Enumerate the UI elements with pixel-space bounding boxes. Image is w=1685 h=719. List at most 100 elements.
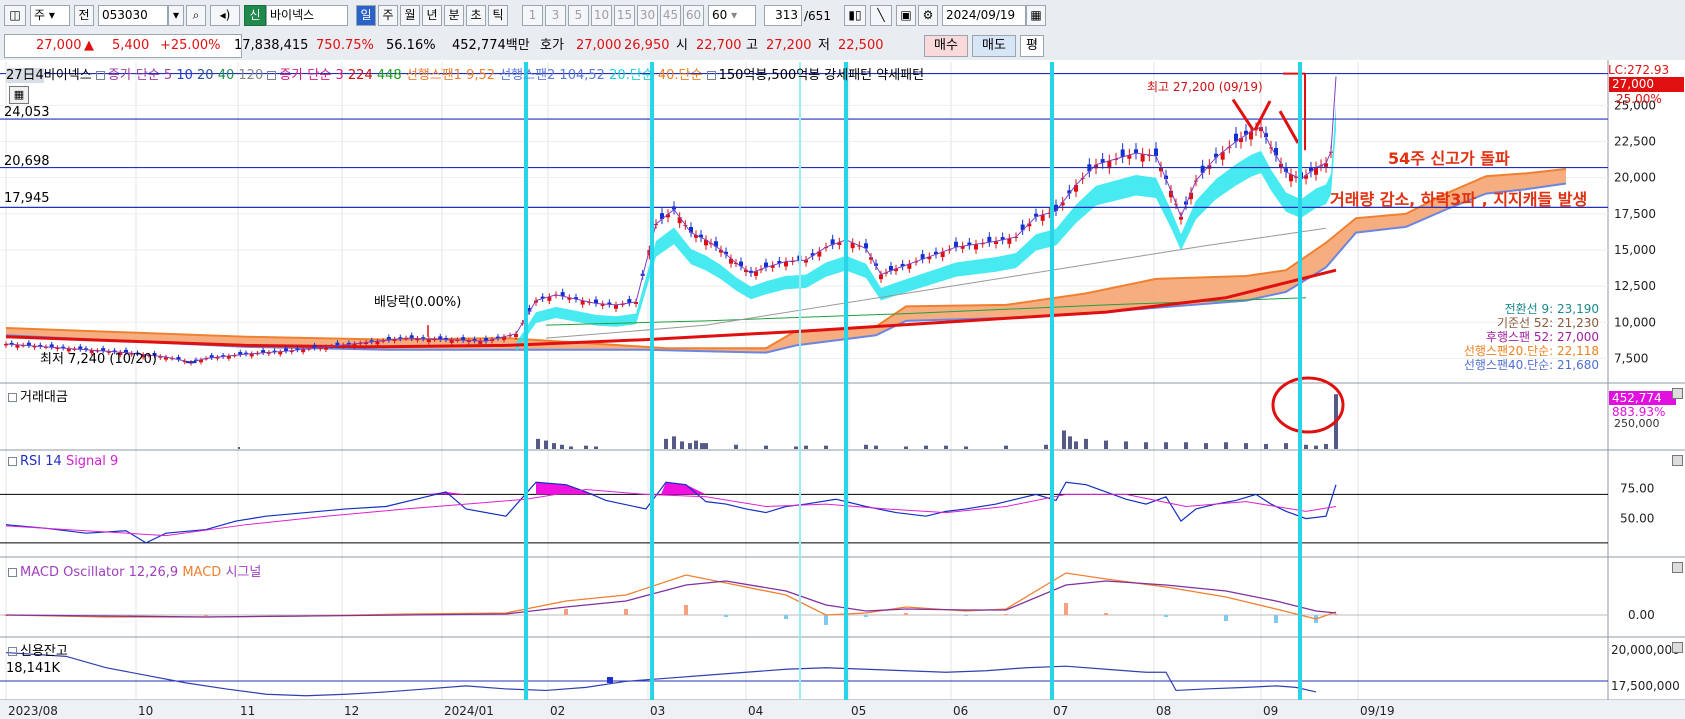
- macd-osc-bar: [1004, 614, 1008, 615]
- annotation-dividend: 배당락(0.00%): [374, 295, 462, 310]
- minute-button-5[interactable]: 5: [568, 5, 589, 26]
- volume-bar-32: [1104, 440, 1108, 449]
- volume-bar-15: [764, 445, 768, 449]
- candle-body: [987, 236, 992, 243]
- panel-close-icon-0[interactable]: [1672, 388, 1683, 399]
- price-tick-5: 12,500: [1614, 279, 1656, 293]
- volume-bar-16: [794, 446, 798, 449]
- interval-tab-6[interactable]: 틱: [488, 5, 508, 26]
- minute-select[interactable]: 60 ▾: [708, 5, 756, 26]
- main-legend: 27日4바이넥스 종가 단순 5 10 20 40 120 종가 단순 3 22…: [6, 64, 924, 83]
- interval-tab-4[interactable]: 분: [444, 5, 464, 26]
- volume-bar-3: [560, 444, 564, 449]
- prev-button[interactable]: 전: [74, 5, 94, 26]
- gear-icon[interactable]: ⚙: [918, 5, 938, 26]
- macd-osc-bar: [1334, 614, 1338, 615]
- volume-bar-4: [569, 446, 573, 449]
- macd-legend: MACD Oscillator 12,26,9 MACD 시그널: [8, 561, 261, 580]
- panel-close-icon-1[interactable]: [1672, 455, 1683, 466]
- volume-bar-37: [1204, 443, 1208, 449]
- interval-tab-0[interactable]: 일: [356, 5, 376, 26]
- current-pct-label: 25.00%: [1616, 92, 1662, 106]
- legend-ma20: 20: [197, 68, 214, 83]
- legend-ma3: 종가 단순 3: [279, 68, 344, 83]
- minute-button-45[interactable]: 45: [660, 5, 681, 26]
- x-tick-13: 09/19: [1360, 704, 1395, 718]
- chart-settings-icon[interactable]: ◫: [4, 5, 26, 26]
- volume-bar-28: [1062, 430, 1066, 449]
- volume-bar-7: [664, 438, 668, 449]
- volume-bar-38: [1224, 442, 1228, 449]
- search-icon[interactable]: ⌕: [186, 5, 206, 26]
- volume-bar-9: [680, 441, 684, 449]
- buy-button[interactable]: 매수: [924, 35, 968, 57]
- legend-s40: 40.단순: [657, 68, 703, 83]
- ask-price: 27,000: [576, 38, 622, 53]
- macd-osc-bar: [1104, 613, 1108, 615]
- panel-close-icon-3[interactable]: [1672, 642, 1683, 653]
- interval-tab-2[interactable]: 월: [400, 5, 420, 26]
- date-input[interactable]: 2024/09/19: [942, 5, 1026, 26]
- candle-body: [974, 244, 978, 250]
- minute-button-30[interactable]: 30: [637, 5, 658, 26]
- volume-bar-8: [672, 436, 676, 449]
- price-tick-7: 7,500: [1614, 351, 1648, 365]
- legend-timeframe: 27日4: [6, 68, 44, 83]
- volume-badge: 452,774: [1609, 391, 1676, 405]
- sell-button[interactable]: 매도: [972, 35, 1016, 57]
- credit-value: 18,141K: [6, 661, 61, 676]
- avg-button[interactable]: 평: [1020, 35, 1044, 57]
- lc-label: LC:272.93: [1608, 63, 1670, 77]
- up-arrow-icon: ▲: [84, 38, 94, 53]
- turnover-value: 56.16%: [386, 38, 436, 53]
- interval-tab-5[interactable]: 초: [466, 5, 486, 26]
- minute-button-15[interactable]: 15: [614, 5, 635, 26]
- grid-toggle-icon[interactable]: ▦: [9, 86, 29, 104]
- macd-osc-bar: [1274, 615, 1278, 623]
- volume-bar-22: [904, 446, 908, 449]
- macd-osc-bar: [964, 615, 968, 616]
- page-count[interactable]: 313: [764, 5, 802, 26]
- period-combo[interactable]: 주 ▾: [30, 5, 70, 26]
- interval-tab-3[interactable]: 년: [422, 5, 442, 26]
- line-tool-icon[interactable]: ╲: [870, 5, 892, 26]
- minute-button-3[interactable]: 3: [545, 5, 566, 26]
- macd-osc-bar: [1164, 615, 1168, 617]
- legend-square-icon: [8, 568, 17, 577]
- calendar-icon[interactable]: ▦: [1026, 5, 1046, 26]
- volume-bar-29: [1068, 436, 1072, 449]
- open-label: 시: [676, 38, 688, 53]
- minute-button-60[interactable]: 60: [683, 5, 704, 26]
- volume-bar-24: [944, 445, 948, 449]
- speaker-icon[interactable]: ◂): [210, 5, 240, 26]
- x-tick-4: 2024/01: [444, 704, 494, 718]
- code-dropdown-icon[interactable]: ▾: [168, 5, 184, 26]
- save-icon[interactable]: ▣: [896, 5, 916, 26]
- legend-span1: 선행스팬1 9,52: [405, 68, 496, 83]
- minute-button-1[interactable]: 1: [522, 5, 543, 26]
- volume-bar-23: [924, 445, 928, 449]
- candle-body: [677, 217, 682, 224]
- legend-s20: 20.단순: [609, 68, 654, 83]
- interval-tab-1[interactable]: 주: [378, 5, 398, 26]
- volume-legend: 거래대금: [8, 386, 68, 405]
- volume-bar-36: [1184, 442, 1188, 449]
- candle-body: [1140, 154, 1145, 162]
- stock-name[interactable]: 바이넥스: [266, 5, 348, 26]
- volume-bar-6: [594, 446, 598, 449]
- legend-ma40: 40: [217, 68, 235, 83]
- volume-bar-1: [544, 440, 548, 449]
- candle-body: [614, 304, 618, 309]
- volume-bar-13: [704, 443, 708, 449]
- candle-type-icon[interactable]: ▮▯: [844, 5, 866, 26]
- volume-ratio: 750.75%: [316, 38, 374, 53]
- minute-button-10[interactable]: 10: [591, 5, 612, 26]
- panel-close-icon-2[interactable]: [1672, 562, 1683, 573]
- volume-bar-2: [552, 443, 556, 449]
- stock-code-input[interactable]: 053030: [98, 5, 168, 26]
- legend-square-icon: [8, 393, 17, 402]
- candle-body: [1120, 149, 1125, 157]
- legend-square-icon: [267, 71, 277, 80]
- macd-osc-bar: [824, 615, 828, 625]
- x-tick-3: 12: [344, 704, 359, 718]
